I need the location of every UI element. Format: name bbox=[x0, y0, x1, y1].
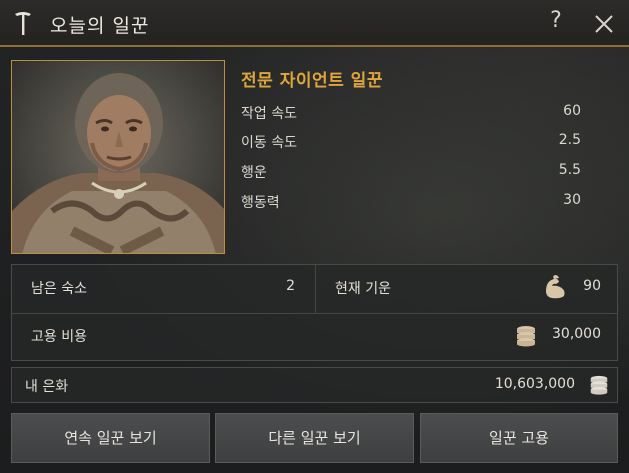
hire-worker-button[interactable]: 일꾼 고용 bbox=[420, 413, 618, 463]
hire-cost-label: 고용 비용 bbox=[31, 329, 87, 345]
title-bar[interactable]: 오늘의 일꾼 ? bbox=[0, 0, 629, 47]
coin-stack-icon bbox=[517, 326, 535, 347]
worker-name: 전문 자이언트 일꾼 bbox=[241, 71, 383, 91]
my-silver-value: 10,603,000 bbox=[494, 376, 575, 392]
close-icon[interactable] bbox=[592, 12, 616, 36]
hire-info-table: 남은 숙소 2 현재 기운 90 고용 비용 30,000 bbox=[11, 264, 618, 361]
worker-portrait bbox=[11, 60, 225, 254]
hire-cost-value: 30,000 bbox=[552, 326, 601, 342]
my-silver-row: 내 은화 10,603,000 bbox=[11, 367, 618, 403]
remaining-lodging-value: 2 bbox=[286, 278, 295, 294]
stat-value: 5.5 bbox=[558, 162, 581, 178]
coin-stack-icon bbox=[590, 375, 608, 395]
stat-value: 30 bbox=[563, 192, 581, 208]
help-button[interactable]: ? bbox=[545, 8, 567, 38]
stat-label: 작업 속도 bbox=[241, 106, 297, 122]
stat-move-speed: 이동 속도 2.5 bbox=[241, 132, 581, 154]
stat-action-points: 행동력 30 bbox=[241, 192, 581, 214]
stat-value: 2.5 bbox=[558, 132, 581, 148]
stat-label: 행동력 bbox=[241, 195, 280, 211]
window-title: 오늘의 일꾼 bbox=[50, 15, 150, 37]
view-other-worker-button[interactable]: 다른 일꾼 보기 bbox=[215, 413, 414, 463]
stat-value: 60 bbox=[563, 103, 581, 119]
stat-luck: 행운 5.5 bbox=[241, 162, 581, 184]
stamina-arm-icon bbox=[546, 275, 565, 299]
view-continuous-workers-button[interactable]: 연속 일꾼 보기 bbox=[11, 413, 210, 463]
my-silver-label: 내 은화 bbox=[25, 379, 69, 395]
stat-label: 이동 속도 bbox=[241, 135, 297, 151]
hire-worker-window: 오늘의 일꾼 ? 전문 자이언트 일꾼 작업 속도 60 이동 속도 2.5 행… bbox=[0, 0, 629, 473]
remaining-lodging-label: 남은 숙소 bbox=[31, 281, 87, 297]
current-stamina-label: 현재 기운 bbox=[335, 281, 391, 297]
divider bbox=[315, 265, 316, 313]
worker-title-icon bbox=[15, 12, 31, 35]
worker-portrait-image bbox=[12, 73, 224, 253]
divider bbox=[12, 313, 617, 314]
stat-work-speed: 작업 속도 60 bbox=[241, 103, 581, 125]
current-stamina-value: 90 bbox=[583, 278, 601, 294]
stat-label: 행운 bbox=[241, 165, 267, 181]
